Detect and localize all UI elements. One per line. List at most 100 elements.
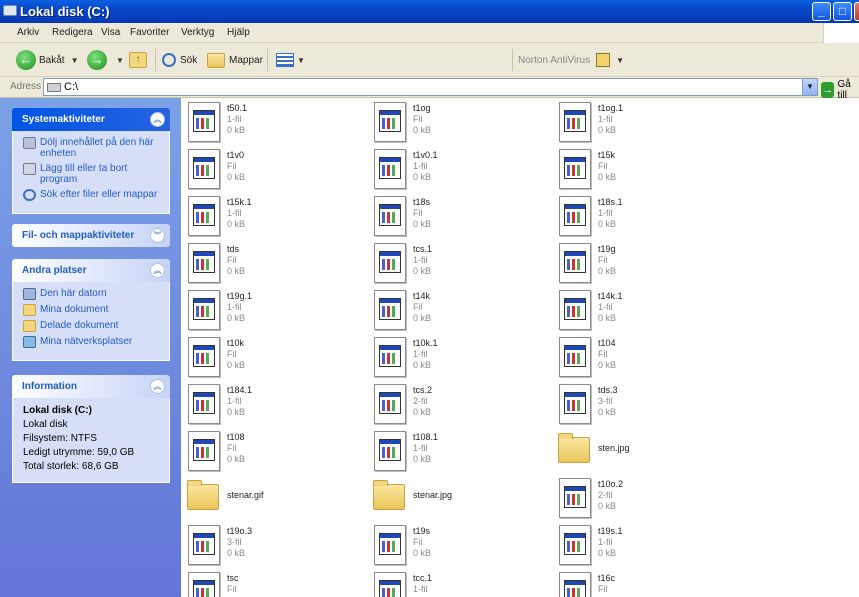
collapse-icon[interactable]: ︽ [150, 112, 165, 127]
task-hide-drive-contents[interactable]: Dölj innehållet på den här enheten [23, 137, 161, 159]
file-name: t108.1 [413, 432, 439, 442]
menu-redigera[interactable]: Redigera [52, 27, 93, 38]
file-icon [559, 337, 591, 377]
other-places-header[interactable]: Andra platser ︽ [12, 259, 170, 282]
norton-antivirus-button[interactable]: Norton AntiVirus ▼ [518, 49, 624, 71]
place-my-documents[interactable]: Mina dokument [23, 304, 161, 316]
file-name: t10k.1 [413, 338, 438, 348]
file-icon [374, 525, 406, 565]
file-item[interactable]: t10o.2 2-fil 0 kB [552, 474, 732, 520]
file-item[interactable]: t19s.1 1-fil 0 kB [552, 521, 732, 567]
system-tasks-title: Systemaktiviteter [22, 114, 105, 125]
expand-icon[interactable]: ︾ [150, 228, 165, 243]
collapse-icon[interactable]: ︽ [150, 263, 165, 278]
dropdown-arrow-icon: ▼ [616, 55, 624, 65]
folder-item[interactable]: stenar.gif [181, 474, 361, 520]
folders-button[interactable]: Mappar [207, 49, 263, 71]
address-dropdown-icon[interactable]: ▼ [802, 79, 817, 95]
task-add-remove-programs[interactable]: Lägg till eller ta bort program [23, 163, 161, 185]
file-size: 0 kB [413, 219, 432, 229]
file-size: 0 kB [227, 172, 246, 182]
toolbar-separator [512, 49, 513, 71]
file-item[interactable]: t19o.3 3-fil 0 kB [181, 521, 361, 567]
menu-arkiv[interactable]: Arkiv [17, 27, 39, 38]
file-item[interactable]: t14k Fil 0 kB [367, 286, 547, 332]
file-name: t15k [598, 150, 616, 160]
folder-icon [187, 480, 219, 510]
file-size: 0 kB [598, 360, 617, 370]
file-size: 0 kB [227, 266, 246, 276]
file-item[interactable]: tcc.1 1-fil [367, 568, 547, 597]
place-network-places[interactable]: Mina nätverksplatser [23, 336, 161, 348]
forward-arrow-icon: → [87, 50, 107, 70]
file-item[interactable]: t1og Fil 0 kB [367, 98, 547, 144]
file-folder-tasks-header[interactable]: Fil- och mappaktiviteter ︾ [12, 224, 170, 247]
file-item[interactable]: t108 Fil 0 kB [181, 427, 361, 473]
menu-verktyg[interactable]: Verktyg [181, 27, 214, 38]
file-icon [374, 337, 406, 377]
file-icon [559, 572, 591, 597]
details-header[interactable]: Information ︽ [12, 375, 170, 398]
file-item[interactable]: t1v0 Fil 0 kB [181, 145, 361, 191]
address-input[interactable]: C:\ ▼ [43, 78, 818, 96]
folder-item[interactable]: sten.jpg [552, 427, 732, 473]
file-item[interactable]: t19g.1 1-fil 0 kB [181, 286, 361, 332]
file-item[interactable]: t1v0.1 1-fil 0 kB [367, 145, 547, 191]
system-tasks-header[interactable]: Systemaktiviteter ︽ [12, 108, 170, 131]
file-name: t184.1 [227, 385, 253, 395]
file-item[interactable]: tsc Fil [181, 568, 361, 597]
file-item[interactable]: t18s.1 1-fil 0 kB [552, 192, 732, 238]
forward-button[interactable]: → ▼ [87, 49, 124, 71]
folder-item[interactable]: stenar.jpg [367, 474, 547, 520]
file-icon [374, 431, 406, 471]
search-label: Sök [180, 54, 198, 66]
place-my-computer[interactable]: Den här datorn [23, 288, 161, 300]
file-icon [559, 196, 591, 236]
file-item[interactable]: t18s Fil 0 kB [367, 192, 547, 238]
file-icon [559, 243, 591, 283]
file-item[interactable]: tcs.2 2-fil 0 kB [367, 380, 547, 426]
views-button[interactable]: ▼ [276, 49, 305, 71]
file-size: 0 kB [227, 125, 246, 135]
file-item[interactable]: t10k.1 1-fil 0 kB [367, 333, 547, 379]
windows-logo [823, 23, 859, 43]
file-item[interactable]: tcs.1 1-fil 0 kB [367, 239, 547, 285]
file-icon [188, 525, 220, 565]
file-item[interactable]: t16c Fil [552, 568, 732, 597]
file-type: 3-fil [598, 396, 613, 406]
file-item[interactable]: tds.3 3-fil 0 kB [552, 380, 732, 426]
menu-hjalp[interactable]: Hjälp [227, 27, 250, 38]
file-item[interactable]: t15k.1 1-fil 0 kB [181, 192, 361, 238]
file-item[interactable]: t184.1 1-fil 0 kB [181, 380, 361, 426]
file-item[interactable]: t14k.1 1-fil 0 kB [552, 286, 732, 332]
file-type: Fil [227, 443, 237, 453]
close-button[interactable]: X [854, 2, 859, 21]
file-item[interactable]: t10k Fil 0 kB [181, 333, 361, 379]
file-item[interactable]: t1og.1 1-fil 0 kB [552, 98, 732, 144]
system-tasks-panel: Systemaktiviteter ︽ Dölj innehållet på d… [12, 108, 170, 214]
file-item[interactable]: t108.1 1-fil 0 kB [367, 427, 547, 473]
minimize-button[interactable]: _ [812, 2, 831, 21]
file-item[interactable]: t104 Fil 0 kB [552, 333, 732, 379]
file-item[interactable]: tds Fil 0 kB [181, 239, 361, 285]
task-search-files[interactable]: Sök efter filer eller mappar [23, 189, 161, 201]
search-button[interactable]: Sök [162, 49, 197, 71]
place-shared-documents[interactable]: Delade dokument [23, 320, 161, 332]
norton-label: Norton AntiVirus [518, 54, 591, 66]
file-name: t19s.1 [598, 526, 623, 536]
collapse-icon[interactable]: ︽ [150, 379, 165, 394]
up-folder-button[interactable]: ↑ [129, 49, 147, 71]
maximize-button[interactable]: □ [833, 2, 852, 21]
menu-favoriter[interactable]: Favoriter [130, 27, 169, 38]
file-item[interactable]: t19s Fil 0 kB [367, 521, 547, 567]
menu-visa[interactable]: Visa [101, 27, 120, 38]
file-item[interactable]: t19g Fil 0 kB [552, 239, 732, 285]
file-icon [559, 384, 591, 424]
file-item[interactable]: t50.1 1-fil 0 kB [181, 98, 361, 144]
file-name: tds [227, 244, 240, 254]
back-button[interactable]: ← Bakåt ▼ [16, 49, 79, 71]
file-size: 0 kB [598, 407, 617, 417]
file-item[interactable]: t15k Fil 0 kB [552, 145, 732, 191]
file-icon [559, 525, 591, 565]
file-icon [559, 149, 591, 189]
